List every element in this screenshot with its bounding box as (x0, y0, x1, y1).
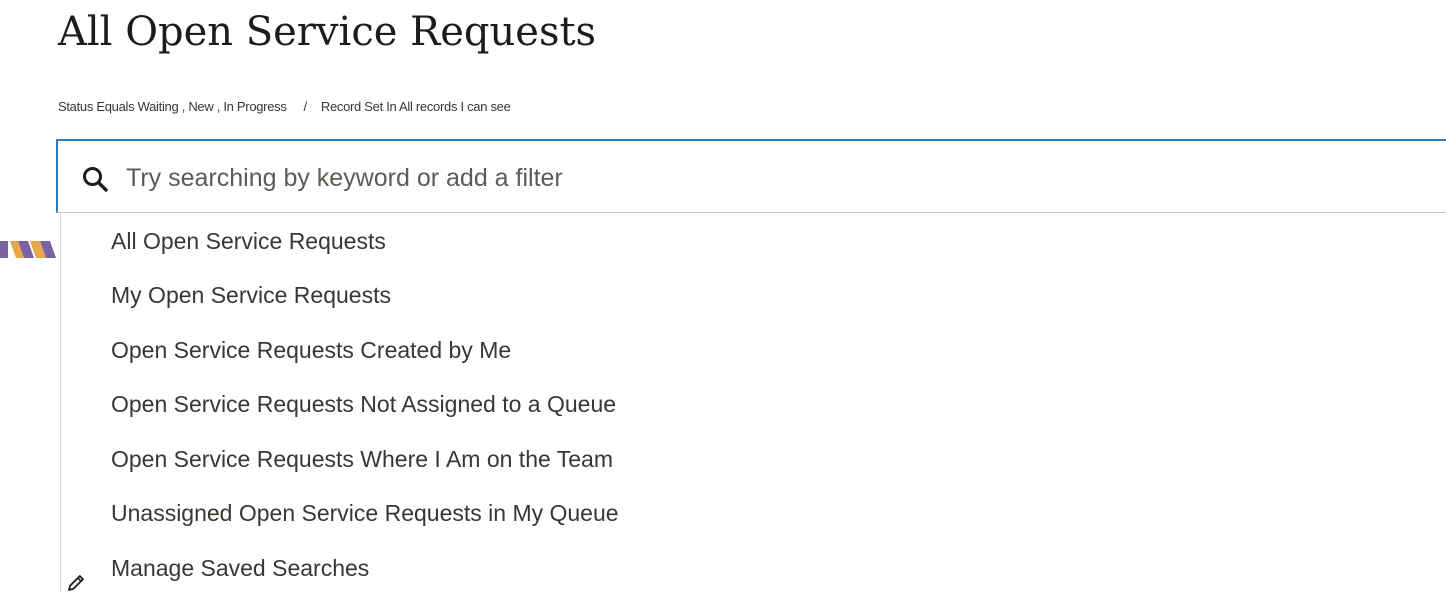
manage-saved-searches-label: Manage Saved Searches (111, 554, 370, 581)
saved-searches-dropdown: All Open Service Requests My Open Servic… (60, 214, 1446, 592)
pencil-icon (66, 558, 86, 591)
search-input[interactable] (126, 160, 1226, 196)
saved-search-my-open[interactable]: My Open Service Requests (61, 268, 1446, 323)
background-decoration (0, 241, 58, 258)
filter-status: Status Equals Waiting , New , In Progres… (58, 99, 287, 114)
stripe-graphic (0, 241, 56, 258)
filter-summary: Status Equals Waiting , New , In Progres… (58, 99, 511, 114)
saved-searches-list: All Open Service Requests My Open Servic… (61, 214, 1446, 592)
manage-saved-searches[interactable]: Manage Saved Searches (61, 541, 1446, 592)
filter-separator: / (303, 99, 308, 114)
saved-search-unassigned-my-queue[interactable]: Unassigned Open Service Requests in My Q… (61, 486, 1446, 541)
search-box[interactable] (56, 139, 1446, 213)
saved-search-not-assigned-queue[interactable]: Open Service Requests Not Assigned to a … (61, 377, 1446, 432)
page-title: All Open Service Requests (58, 9, 597, 55)
search-icon (82, 166, 108, 192)
saved-search-created-by-me[interactable]: Open Service Requests Created by Me (61, 323, 1446, 378)
saved-search-all-open[interactable]: All Open Service Requests (61, 214, 1446, 268)
filter-record-set: Record Set In All records I can see (320, 99, 511, 114)
saved-search-on-team[interactable]: Open Service Requests Where I Am on the … (61, 432, 1446, 487)
